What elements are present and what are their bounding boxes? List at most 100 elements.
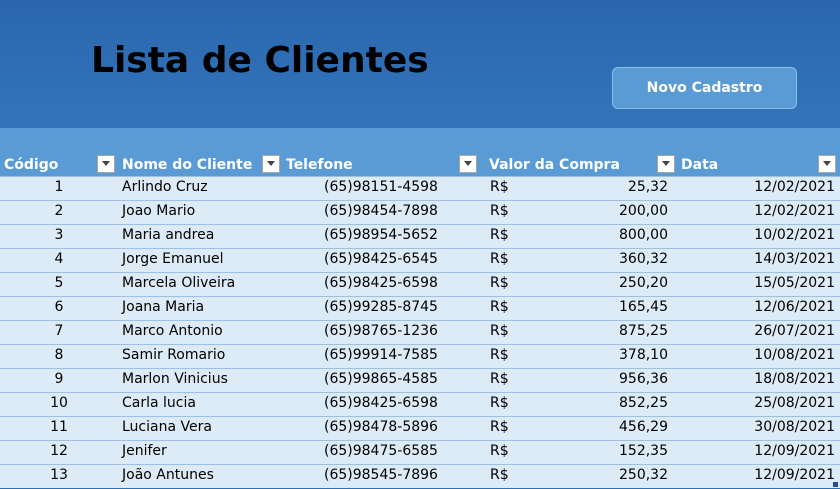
cell-moeda[interactable]: R$ [490,275,509,291]
cell-codigo[interactable]: 9 [0,371,118,387]
cell-telefone[interactable]: (65)98425-6545 [324,251,438,267]
cell-valor[interactable]: 360,32 [560,251,668,267]
cell-nome[interactable]: Joao Mario [122,203,195,219]
cell-telefone[interactable]: (65)98765-1236 [324,323,438,339]
cell-valor[interactable]: 25,32 [560,179,668,195]
cell-telefone[interactable]: (65)98954-5652 [324,227,438,243]
cell-codigo[interactable]: 13 [0,467,118,483]
cell-moeda[interactable]: R$ [490,371,509,387]
cell-data[interactable]: 10/08/2021 [680,347,835,363]
cell-telefone[interactable]: (65)99285-8745 [324,299,438,315]
cell-valor[interactable]: 152,35 [560,443,668,459]
table-row[interactable]: 9 Marlon Vinicius (65)99865-4585 R$ 956,36 18… [0,368,840,392]
filter-dropdown-data[interactable] [818,155,836,173]
cell-data[interactable]: 25/08/2021 [680,395,835,411]
table-resize-handle[interactable] [833,482,838,487]
cell-telefone[interactable]: (65)98478-5896 [324,419,438,435]
cell-codigo[interactable]: 5 [0,275,118,291]
cell-telefone[interactable]: (65)98454-7898 [324,203,438,219]
table-row[interactable]: 7 Marco Antonio (65)98765-1236 R$ 875,25 26/0… [0,320,840,344]
cell-nome[interactable]: Jorge Emanuel [122,251,223,267]
cell-codigo[interactable]: 10 [0,395,118,411]
cell-nome[interactable]: Marcela Oliveira [122,275,235,291]
cell-valor[interactable]: 378,10 [560,347,668,363]
table-row[interactable]: 13 João Antunes (65)98545-7896 R$ 250,32 12/0… [0,464,840,488]
cell-data[interactable]: 12/09/2021 [680,443,835,459]
chevron-down-icon [267,161,275,166]
cell-nome[interactable]: Carla lucia [122,395,196,411]
filter-dropdown-valor[interactable] [657,155,675,173]
cell-nome[interactable]: Maria andrea [122,227,214,243]
cell-data[interactable]: 12/02/2021 [680,179,835,195]
cell-moeda[interactable]: R$ [490,299,509,315]
cell-moeda[interactable]: R$ [490,395,509,411]
cell-moeda[interactable]: R$ [490,251,509,267]
cell-codigo[interactable]: 12 [0,443,118,459]
cell-nome[interactable]: Samir Romario [122,347,225,363]
cell-moeda[interactable]: R$ [490,323,509,339]
cell-valor[interactable]: 456,29 [560,419,668,435]
cell-valor[interactable]: 956,36 [560,371,668,387]
cell-telefone[interactable]: (65)99914-7585 [324,347,438,363]
cell-valor[interactable]: 200,00 [560,203,668,219]
table-row[interactable]: 2 Joao Mario (65)98454-7898 R$ 200,00 12/02/2… [0,200,840,224]
cell-codigo[interactable]: 8 [0,347,118,363]
cell-moeda[interactable]: R$ [490,227,509,243]
cell-valor[interactable]: 165,45 [560,299,668,315]
cell-codigo[interactable]: 11 [0,419,118,435]
cell-data[interactable]: 14/03/2021 [680,251,835,267]
cell-data[interactable]: 12/02/2021 [680,203,835,219]
table-row[interactable]: 6 Joana Maria (65)99285-8745 R$ 165,45 12/06/… [0,296,840,320]
cell-moeda[interactable]: R$ [490,203,509,219]
table-row[interactable]: 10 Carla lucia (65)98425-6598 R$ 852,25 25/08… [0,392,840,416]
cell-nome[interactable]: Marco Antonio [122,323,223,339]
table-row[interactable]: 5 Marcela Oliveira (65)98425-6598 R$ 250,20 1… [0,272,840,296]
table-row[interactable]: 11 Luciana Vera (65)98478-5896 R$ 456,29 30/0… [0,416,840,440]
cell-telefone[interactable]: (65)98545-7896 [324,467,438,483]
table-row[interactable]: 8 Samir Romario (65)99914-7585 R$ 378,10 10/0… [0,344,840,368]
filter-dropdown-nome[interactable] [262,155,280,173]
cell-valor[interactable]: 875,25 [560,323,668,339]
cell-telefone[interactable]: (65)98425-6598 [324,275,438,291]
cell-codigo[interactable]: 3 [0,227,118,243]
cell-nome[interactable]: Luciana Vera [122,419,212,435]
cell-data[interactable]: 30/08/2021 [680,419,835,435]
cell-valor[interactable]: 852,25 [560,395,668,411]
cell-nome[interactable]: Arlindo Cruz [122,179,208,195]
cell-data[interactable]: 12/06/2021 [680,299,835,315]
filter-dropdown-telefone[interactable] [459,155,477,173]
cell-data[interactable]: 15/05/2021 [680,275,835,291]
cell-codigo[interactable]: 6 [0,299,118,315]
filter-dropdown-codigo[interactable] [97,155,115,173]
cell-codigo[interactable]: 1 [0,179,118,195]
cell-moeda[interactable]: R$ [490,419,509,435]
table-row[interactable]: 4 Jorge Emanuel (65)98425-6545 R$ 360,32 14/0… [0,248,840,272]
cell-codigo[interactable]: 7 [0,323,118,339]
cell-nome[interactable]: João Antunes [122,467,214,483]
cell-data[interactable]: 26/07/2021 [680,323,835,339]
cell-codigo[interactable]: 4 [0,251,118,267]
cell-moeda[interactable]: R$ [490,443,509,459]
cell-data[interactable]: 10/02/2021 [680,227,835,243]
table-row[interactable]: 1 Arlindo Cruz (65)98151-4598 R$ 25,32 12/02/… [0,176,840,200]
cell-valor[interactable]: 250,32 [560,467,668,483]
cell-nome[interactable]: Joana Maria [122,299,204,315]
new-record-button[interactable]: Novo Cadastro [612,67,797,109]
cell-data[interactable]: 12/09/2021 [680,467,835,483]
cell-codigo[interactable]: 2 [0,203,118,219]
cell-moeda[interactable]: R$ [490,467,509,483]
table-row[interactable]: 12 Jenifer (65)98475-6585 R$ 152,35 12/09/202… [0,440,840,464]
cell-telefone[interactable]: (65)98425-6598 [324,395,438,411]
cell-moeda[interactable]: R$ [490,347,509,363]
table-row[interactable]: 3 Maria andrea (65)98954-5652 R$ 800,00 10/02… [0,224,840,248]
cell-moeda[interactable]: R$ [490,179,509,195]
cell-nome[interactable]: Marlon Vinicius [122,371,228,387]
chevron-down-icon [464,161,472,166]
cell-telefone[interactable]: (65)98151-4598 [324,179,438,195]
cell-telefone[interactable]: (65)98475-6585 [324,443,438,459]
cell-data[interactable]: 18/08/2021 [680,371,835,387]
cell-nome[interactable]: Jenifer [122,443,167,459]
cell-telefone[interactable]: (65)99865-4585 [324,371,438,387]
cell-valor[interactable]: 250,20 [560,275,668,291]
cell-valor[interactable]: 800,00 [560,227,668,243]
